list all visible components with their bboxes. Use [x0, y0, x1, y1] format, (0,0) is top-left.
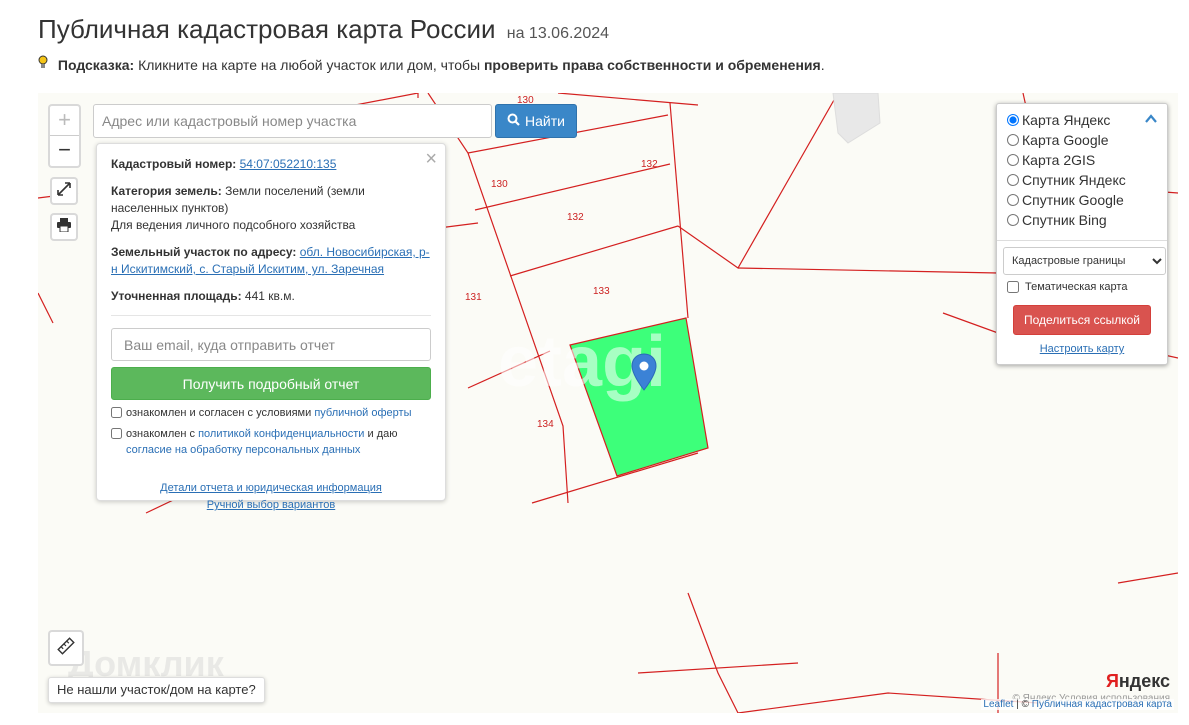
close-icon[interactable]: × — [425, 148, 437, 171]
privacy-policy-link[interactable]: политикой конфиденциальности — [198, 428, 364, 440]
cadastral-number-link[interactable]: 54:07:052210:135 — [240, 157, 337, 171]
hint-text: Кликните на карте на любой участок или д… — [134, 57, 484, 73]
page-title: Публичная кадастровая карта России на 13… — [38, 14, 609, 45]
leaflet-link[interactable]: Leaflet — [983, 699, 1013, 710]
lightbulb-icon — [38, 55, 50, 73]
print-button[interactable] — [50, 213, 78, 241]
public-offer-link[interactable]: публичной оферты — [314, 407, 411, 419]
map-marker-icon[interactable] — [631, 353, 657, 396]
search-button-label: Найти — [525, 113, 565, 129]
parcel-label: 131 — [465, 292, 482, 303]
ruler-button[interactable] — [48, 630, 84, 666]
layer-option-label: Спутник Google — [1022, 192, 1124, 208]
info-links: Детали отчета и юридическая информация Р… — [111, 480, 431, 514]
cadastral-borders-select[interactable]: Кадастровые границы — [1003, 247, 1166, 275]
zoom-out-button[interactable]: − — [50, 136, 79, 166]
chevron-up-icon[interactable] — [1145, 110, 1157, 126]
layer-option-2gis-map[interactable]: Карта 2GIS — [1007, 150, 1157, 170]
layer-radio[interactable] — [1007, 174, 1019, 186]
search-icon — [507, 113, 520, 129]
divider — [997, 240, 1167, 241]
hint-end: . — [820, 57, 825, 73]
zoom-control: + − — [48, 104, 81, 168]
parcel-label: 132 — [641, 159, 658, 170]
address-label: Земельный участок по адресу: — [111, 245, 297, 259]
report-details-link[interactable]: Детали отчета и юридическая информация — [160, 482, 382, 494]
address-row: Земельный участок по адресу: обл. Новоси… — [111, 244, 431, 278]
layer-option-label: Спутник Яндекс — [1022, 172, 1126, 188]
layer-option-label: Карта Google — [1022, 132, 1109, 148]
search-input[interactable] — [93, 104, 492, 138]
layer-radio[interactable] — [1007, 134, 1019, 146]
category-label: Категория земель: — [111, 184, 222, 198]
manual-selection-link[interactable]: Ручной выбор вариантов — [207, 499, 335, 511]
layer-option-label: Спутник Bing — [1022, 212, 1107, 228]
not-found-button[interactable]: Не нашли участок/дом на карте? — [48, 677, 265, 703]
layer-option-google-satellite[interactable]: Спутник Google — [1007, 190, 1157, 210]
layer-radio[interactable] — [1007, 114, 1019, 126]
pkk-link[interactable]: Публичная кадастровая карта — [1032, 699, 1172, 710]
thematic-map-label: Тематическая карта — [1025, 281, 1128, 293]
parcel-label: 132 — [567, 212, 584, 223]
attribution-separator: | © — [1013, 699, 1032, 710]
consent-privacy-row: ознакомлен с политикой конфиденциальност… — [111, 426, 431, 458]
hint-bold-text: проверить права собственности и обремене… — [483, 57, 821, 73]
get-report-button[interactable]: Получить подробный отчет — [111, 367, 431, 400]
page-title-date: на 13.06.2024 — [506, 25, 610, 42]
page-title-text: Публичная кадастровая карта России — [38, 14, 496, 44]
fullscreen-button[interactable] — [50, 177, 78, 205]
configure-map-link[interactable]: Настроить карту — [1007, 343, 1157, 355]
consent-offer-text: ознакомлен и согласен с условиями публич… — [126, 405, 412, 421]
layer-option-google-map[interactable]: Карта Google — [1007, 130, 1157, 150]
fullscreen-icon — [57, 181, 71, 201]
layer-radio[interactable] — [1007, 194, 1019, 206]
yandex-logo: Яндекс — [1106, 671, 1170, 692]
consent-offer-label: ознакомлен и согласен с условиями — [126, 407, 315, 419]
parcel-info-popup: × Кадастровый номер: 54:07:052210:135 Ка… — [96, 143, 446, 511]
consent-privacy-checkbox[interactable] — [111, 428, 122, 439]
area-label: Уточненная площадь: — [111, 289, 242, 303]
consent-privacy-mid: и даю — [364, 428, 398, 440]
yandex-logo-y: Я — [1105, 671, 1119, 691]
yandex-logo-rest: ндекс — [1118, 671, 1170, 691]
search-button[interactable]: Найти — [495, 104, 577, 138]
layer-option-yandex-satellite[interactable]: Спутник Яндекс — [1007, 170, 1157, 190]
cadastral-number-row: Кадастровый номер: 54:07:052210:135 — [111, 156, 431, 173]
parcel-label: 130 — [491, 179, 508, 190]
map-attribution: Leaflet | © Публичная кадастровая карта — [981, 699, 1174, 710]
consent-offer-checkbox[interactable] — [111, 407, 122, 418]
consent-privacy-label: ознакомлен с — [126, 428, 199, 440]
layer-option-label: Карта 2GIS — [1022, 152, 1096, 168]
cadastral-label: Кадастровый номер: — [111, 157, 237, 171]
ruler-icon — [57, 636, 75, 660]
area-row: Уточненная площадь: 441 кв.м. — [111, 288, 431, 305]
parcel-label: 133 — [593, 286, 610, 297]
parcel-label: 134 — [537, 419, 554, 430]
share-link-button[interactable]: Поделиться ссылкой — [1013, 305, 1151, 335]
thematic-map-checkbox[interactable] — [1007, 281, 1019, 293]
category-row: Категория земель: Земли поселений (земли… — [111, 183, 431, 234]
map-canvas[interactable]: 130 130 132 132 131 133 134 etagi Домкли… — [38, 93, 1178, 713]
area-value: 441 кв.м. — [241, 289, 295, 303]
layer-radio[interactable] — [1007, 214, 1019, 226]
layer-option-bing-satellite[interactable]: Спутник Bing — [1007, 210, 1157, 230]
divider — [111, 315, 431, 316]
email-field[interactable] — [111, 328, 431, 361]
print-icon — [56, 217, 72, 237]
hint-label: Подсказка: — [57, 57, 135, 73]
consent-offer-row: ознакомлен и согласен с условиями публич… — [111, 405, 431, 421]
usage-value: Для ведения личного подсобного хозяйства — [111, 218, 356, 232]
layer-radio[interactable] — [1007, 154, 1019, 166]
layers-panel: Карта Яндекс Карта Google Карта 2GIS Спу… — [996, 103, 1168, 365]
layer-option-label: Карта Яндекс — [1022, 112, 1111, 128]
consent-privacy-text: ознакомлен с политикой конфиденциальност… — [126, 426, 431, 458]
thematic-map-row[interactable]: Тематическая карта — [1007, 281, 1157, 293]
layer-option-yandex-map[interactable]: Карта Яндекс — [1007, 110, 1157, 130]
hint-line: Подсказка: Кликните на карте на любой уч… — [38, 55, 825, 73]
personal-data-consent-link[interactable]: согласие на обработку персональных данны… — [126, 444, 360, 456]
zoom-in-button[interactable]: + — [50, 106, 79, 136]
